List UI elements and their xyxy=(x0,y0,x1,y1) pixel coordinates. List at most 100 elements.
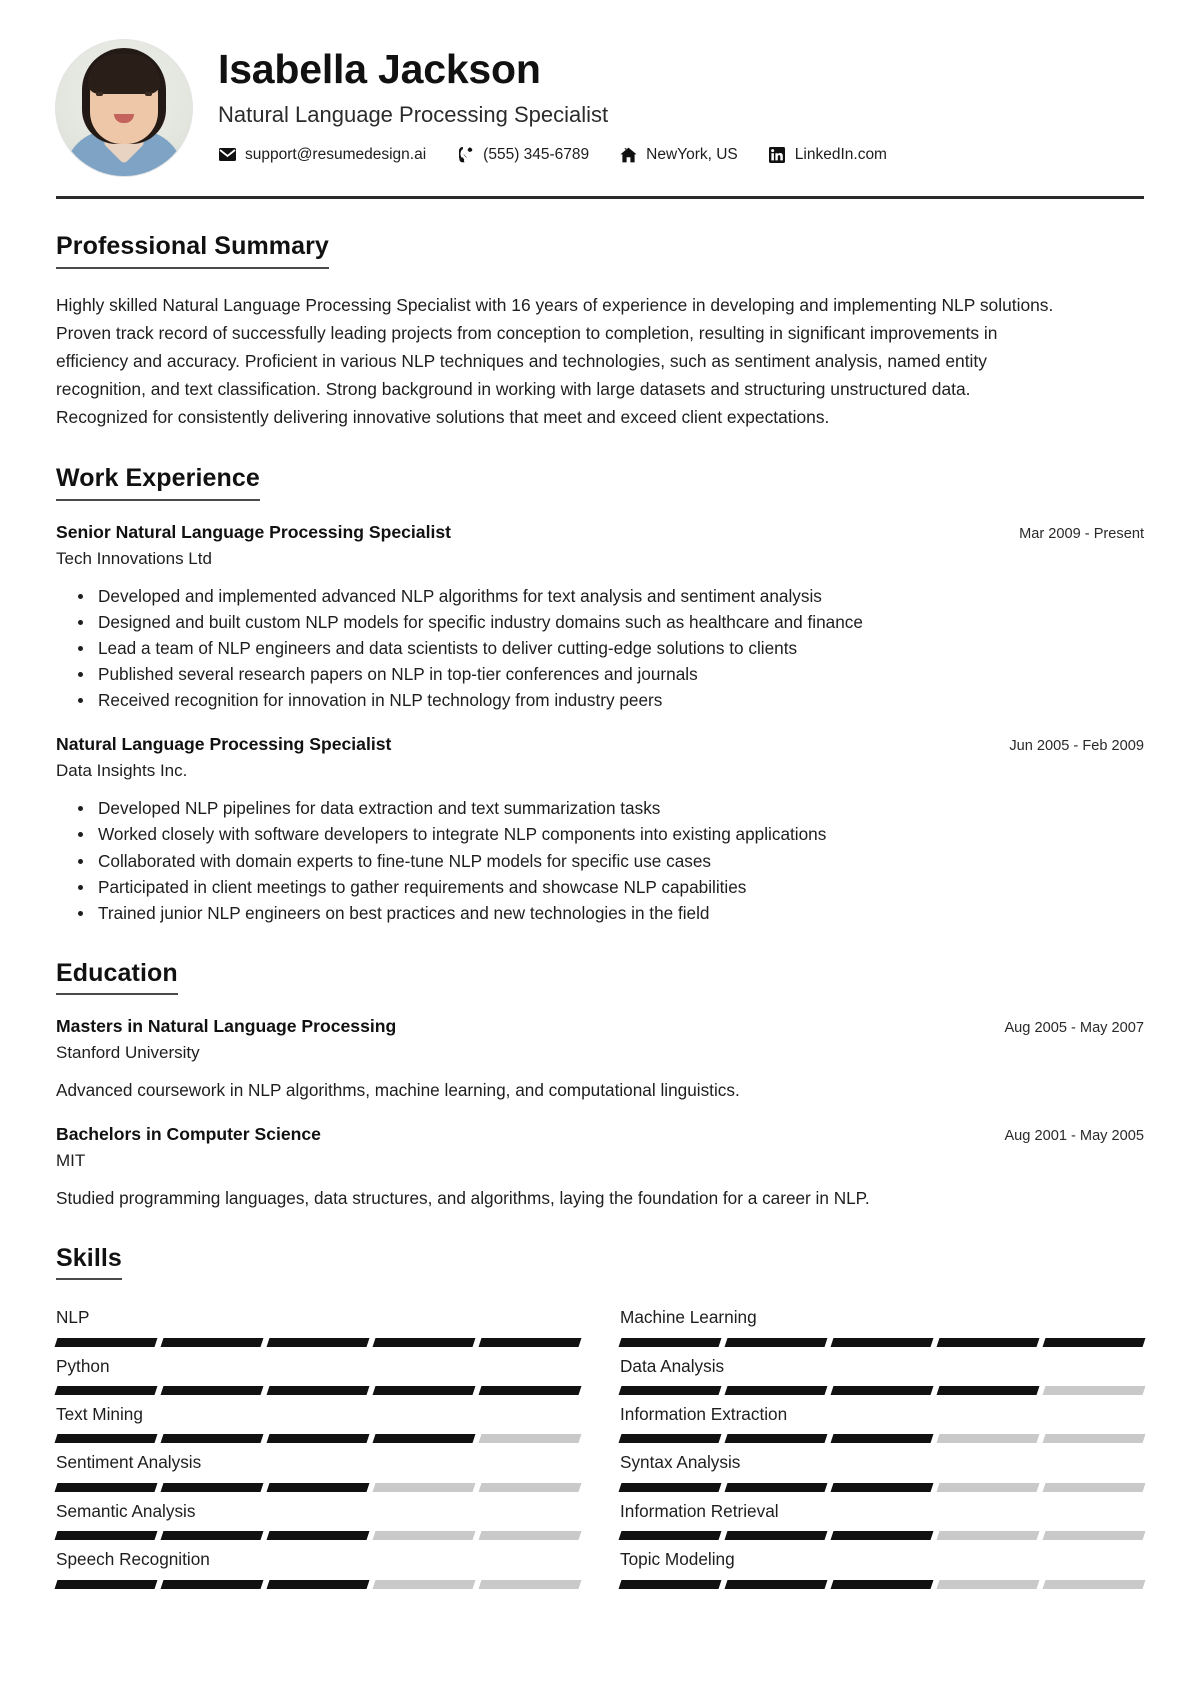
skill-level-bar xyxy=(618,1482,1146,1492)
skill-name: Syntax Analysis xyxy=(620,1452,741,1473)
skill-level-segment xyxy=(372,1434,476,1444)
skill-level-segment xyxy=(160,1434,264,1444)
skill-item: Speech Recognition xyxy=(54,1540,582,1589)
skill-level-bar xyxy=(54,1579,582,1589)
skill-level-segment xyxy=(160,1337,264,1347)
skill-level-segment xyxy=(54,1386,158,1396)
skill-level-segment xyxy=(54,1337,158,1347)
section-title-skills: Skills xyxy=(56,1244,122,1281)
skill-level-segment xyxy=(1042,1337,1146,1347)
avatar xyxy=(56,40,192,176)
skill-level-bar xyxy=(54,1386,582,1396)
envelope-icon xyxy=(218,147,237,163)
skill-item: Topic Modeling xyxy=(618,1540,1146,1589)
contact-list: support@resumedesign.ai (555) 345-6789 N… xyxy=(218,146,1144,164)
skill-level-segment xyxy=(936,1337,1040,1347)
education-degree: Bachelors in Computer Science xyxy=(56,1124,321,1145)
work-entry-bullets: Developed NLP pipelines for data extract… xyxy=(56,795,1144,926)
section-title-education: Education xyxy=(56,959,178,996)
skill-level-bar xyxy=(618,1434,1146,1444)
avatar-container xyxy=(56,36,196,176)
skill-item: Information Extraction xyxy=(618,1395,1146,1444)
candidate-name: Isabella Jackson xyxy=(218,46,541,92)
education-date: Aug 2005 - May 2007 xyxy=(1004,1020,1144,1037)
resume-page: Isabella Jackson Natural Language Proces… xyxy=(0,0,1200,1684)
section-education: Education Masters in Natural Language Pr… xyxy=(56,959,1144,1211)
skill-name: Python xyxy=(56,1355,110,1376)
skill-level-segment xyxy=(724,1337,828,1347)
skill-level-segment xyxy=(478,1337,582,1347)
education-school: MIT xyxy=(56,1151,86,1171)
contact-location[interactable]: NewYork, US xyxy=(619,146,738,164)
resume-header: Isabella Jackson Natural Language Proces… xyxy=(56,30,1144,176)
skill-name: Information Extraction xyxy=(620,1404,788,1425)
skill-level-segment xyxy=(372,1579,476,1589)
avatar-eye-right xyxy=(145,92,152,96)
skill-name: Information Retrieval xyxy=(620,1500,779,1521)
skill-level-segment xyxy=(372,1337,476,1347)
skill-level-segment xyxy=(936,1531,1040,1541)
avatar-eyebrow-right xyxy=(143,85,154,88)
skill-name: Semantic Analysis xyxy=(56,1500,196,1521)
professional-summary-text: Highly skilled Natural Language Processi… xyxy=(56,294,1054,428)
skills-grid: NLP Machine Learning Python Data Analysis Te… xyxy=(54,1298,1146,1589)
skill-level-segment xyxy=(266,1434,370,1444)
skill-level-segment xyxy=(372,1531,476,1541)
skill-level-segment xyxy=(478,1434,582,1444)
skill-level-segment xyxy=(54,1579,158,1589)
skill-level-segment xyxy=(936,1434,1040,1444)
work-entry-header: Natural Language Processing Specialist J… xyxy=(56,733,1144,756)
education-entry: Masters in Natural Language Processing A… xyxy=(56,1015,1144,1103)
section-title-work-experience: Work Experience xyxy=(56,465,260,501)
skill-level-segment xyxy=(830,1482,934,1492)
education-entry-header: Bachelors in Computer Science Aug 2001 -… xyxy=(56,1123,1144,1146)
list-item: Collaborated with domain experts to fine… xyxy=(78,848,1144,874)
skill-item: NLP xyxy=(54,1298,582,1347)
list-item: Received recognition for innovation in N… xyxy=(78,687,1144,713)
linkedin-icon xyxy=(768,146,787,163)
skill-name: Topic Modeling xyxy=(620,1549,735,1570)
skill-level-segment xyxy=(160,1386,264,1396)
skill-level-bar xyxy=(618,1579,1146,1589)
contact-phone[interactable]: (555) 345-6789 xyxy=(456,146,589,164)
work-entry-bullets: Developed and implemented advanced NLP a… xyxy=(56,583,1144,714)
work-entry: Natural Language Processing Specialist J… xyxy=(56,733,1144,926)
skill-level-segment xyxy=(478,1531,582,1541)
skill-level-segment xyxy=(266,1579,370,1589)
work-entry-title: Senior Natural Language Processing Speci… xyxy=(56,521,452,542)
contact-linkedin[interactable]: LinkedIn.com xyxy=(768,146,887,164)
contact-location-text: NewYork, US xyxy=(646,145,738,163)
skill-level-segment xyxy=(830,1531,934,1541)
skill-level-segment xyxy=(936,1386,1040,1396)
skill-level-segment xyxy=(160,1531,264,1541)
section-professional-summary: Professional Summary Highly skilled Natu… xyxy=(56,232,1144,431)
skill-level-segment xyxy=(618,1434,722,1444)
skill-level-bar xyxy=(618,1337,1146,1347)
skill-level-segment xyxy=(478,1482,582,1492)
list-item: Lead a team of NLP engineers and data sc… xyxy=(78,635,1144,661)
avatar-eye-left xyxy=(96,92,103,96)
contact-email-text: support@resumedesign.ai xyxy=(245,145,427,163)
section-title-professional-summary: Professional Summary xyxy=(56,232,329,269)
education-description: Advanced coursework in NLP algorithms, m… xyxy=(56,1080,740,1101)
list-item: Designed and built custom NLP models for… xyxy=(78,609,1144,635)
work-entry-company: Data Insights Inc. xyxy=(56,761,188,781)
skill-name: Text Mining xyxy=(56,1404,143,1425)
work-entry-date: Mar 2009 - Present xyxy=(1019,525,1144,542)
skill-level-segment xyxy=(618,1386,722,1396)
skill-name: Sentiment Analysis xyxy=(56,1452,202,1473)
contact-email[interactable]: support@resumedesign.ai xyxy=(218,146,426,164)
skill-level-segment xyxy=(266,1337,370,1347)
work-entry-header: Senior Natural Language Processing Speci… xyxy=(56,521,1144,544)
skill-name: Speech Recognition xyxy=(56,1549,210,1570)
phone-icon xyxy=(456,146,475,163)
home-icon xyxy=(619,147,638,163)
skill-level-segment xyxy=(54,1531,158,1541)
work-entry: Senior Natural Language Processing Speci… xyxy=(56,521,1144,714)
list-item: Trained junior NLP engineers on best pra… xyxy=(78,900,1144,926)
skill-level-segment xyxy=(724,1579,828,1589)
contact-phone-text: (555) 345-6789 xyxy=(483,145,590,163)
skill-name: NLP xyxy=(56,1307,90,1328)
skill-level-segment xyxy=(266,1386,370,1396)
skill-level-segment xyxy=(266,1531,370,1541)
